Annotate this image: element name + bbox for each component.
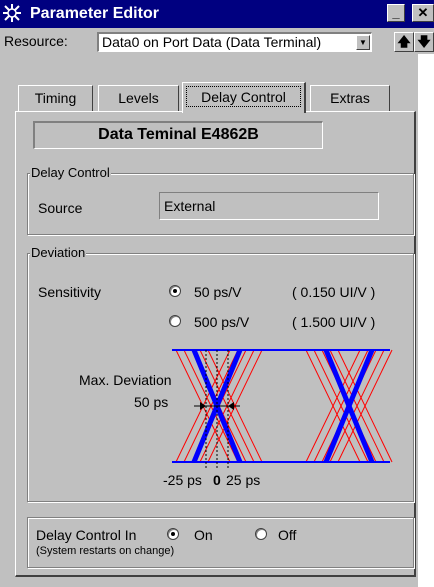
chevron-down-icon[interactable]: ▼ (356, 35, 370, 50)
tab-delay-control-label: Delay Control (201, 89, 286, 105)
scroll-gap (418, 54, 434, 587)
resource-down-button[interactable]: 🡇 (414, 32, 434, 52)
delay-on-label[interactable]: On (194, 527, 213, 543)
max-deviation-label: Max. Deviation (79, 372, 172, 388)
delay-on-radio[interactable] (167, 528, 179, 540)
source-field: External (159, 192, 379, 220)
parameter-editor-icon (2, 3, 22, 23)
resource-select[interactable]: Data0 on Port Data (Data Terminal) ▼ (97, 32, 372, 52)
device-name: Data Teminal E4862B (33, 121, 323, 149)
window-title: Parameter Editor (30, 5, 159, 22)
tab-timing-label: Timing (34, 90, 77, 106)
delay-control-in-label: Delay Control In (36, 527, 137, 543)
sensitivity-500-radio[interactable] (169, 315, 181, 327)
sensitivity-label: Sensitivity (38, 284, 102, 300)
tab-timing[interactable]: Timing (18, 85, 93, 111)
tick-zero: 0 (213, 472, 221, 488)
delay-control-legend: Delay Control (30, 165, 111, 180)
deviation-legend: Deviation (30, 245, 87, 260)
resource-label: Resource: (4, 33, 68, 49)
radio-dot (173, 289, 177, 293)
sensitivity-500-ui: ( 1.500 UI/V ) (292, 314, 376, 330)
arrow-right-icon (200, 402, 206, 410)
sensitivity-500-label[interactable]: 500 ps/V (194, 314, 249, 330)
radio-dot (171, 532, 175, 536)
sensitivity-50-label[interactable]: 50 ps/V (194, 284, 241, 300)
source-label: Source (38, 200, 83, 216)
resource-value: Data0 on Port Data (Data Terminal) (102, 34, 322, 50)
minimize-button[interactable]: _ (387, 4, 405, 22)
sensitivity-50-radio[interactable] (169, 285, 181, 297)
sensitivity-50-ui: ( 0.150 UI/V ) (292, 284, 376, 300)
eye-diagram (172, 349, 393, 470)
tab-levels[interactable]: Levels (98, 85, 179, 111)
delay-off-label[interactable]: Off (278, 527, 296, 543)
restart-note: (System restarts on change) (36, 545, 175, 557)
tab-extras[interactable]: Extras (310, 85, 390, 111)
max-deviation-value: 50 ps (134, 394, 169, 410)
tab-delay-control[interactable]: Delay Control (182, 82, 306, 113)
close-button[interactable]: ✕ (412, 4, 434, 22)
tick-minus-25: -25 ps (163, 472, 202, 488)
tick-plus-25: 25 ps (226, 472, 261, 488)
tab-levels-label: Levels (118, 90, 159, 106)
resource-up-button[interactable]: 🡅 (394, 32, 414, 52)
delay-off-radio[interactable] (255, 528, 267, 540)
tab-extras-label: Extras (330, 90, 370, 106)
